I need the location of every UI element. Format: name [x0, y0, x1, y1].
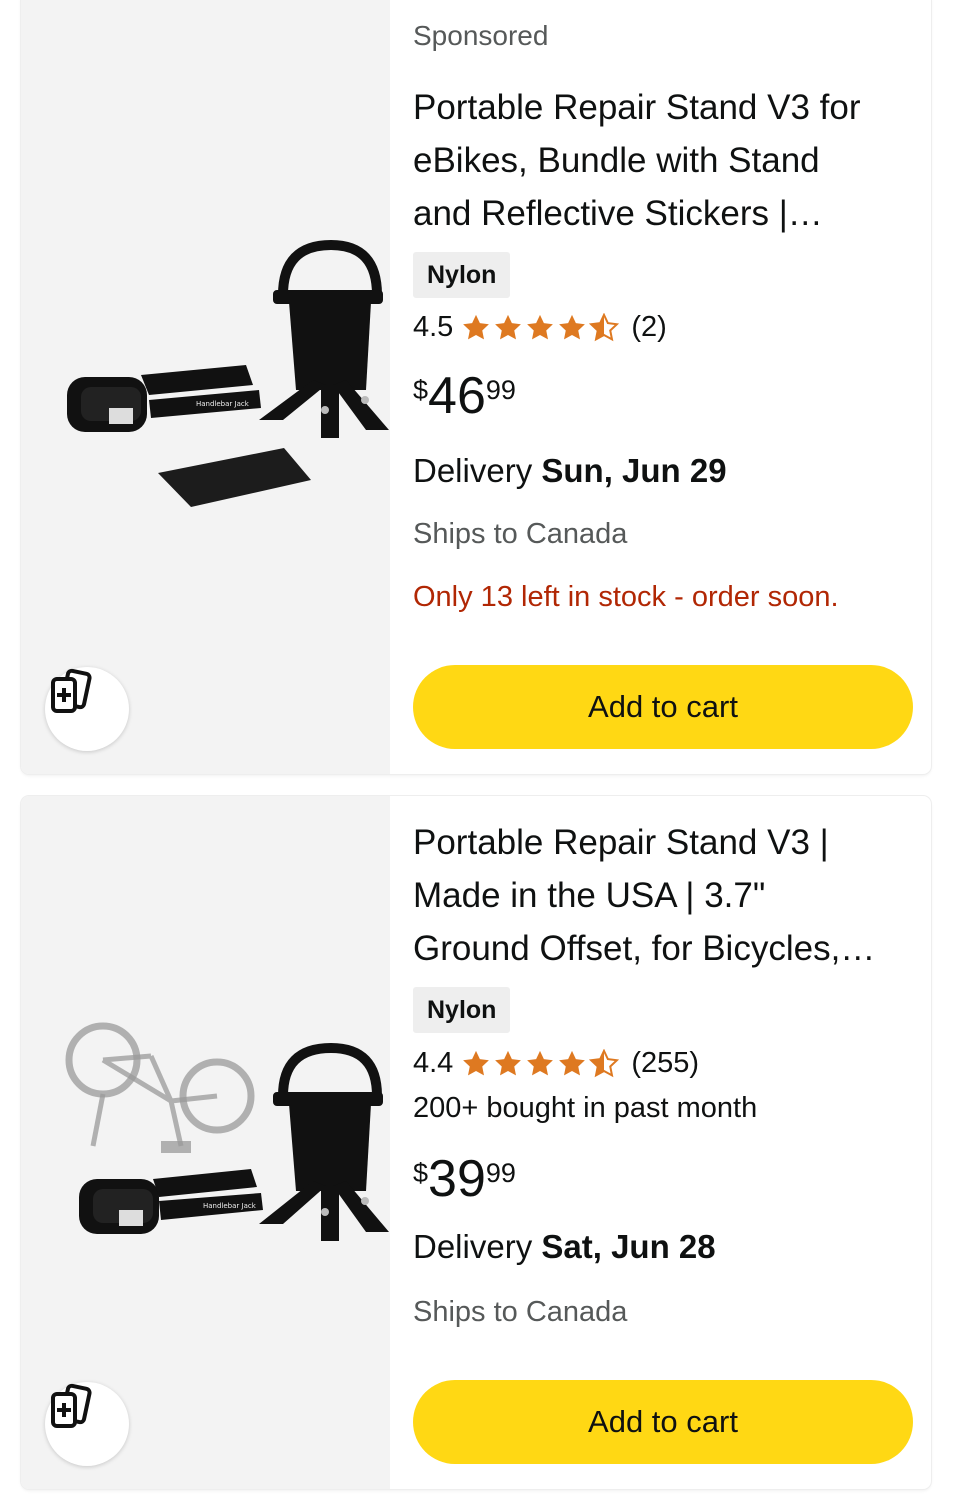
svg-text:Handlebar Jack: Handlebar Jack [196, 400, 250, 408]
star-filled-icon [463, 314, 490, 339]
delivery-date: Sun, Jun 29 [541, 452, 727, 489]
compare-cards-icon [51, 1383, 92, 1428]
ships-to: Ships to Canada [413, 518, 628, 550]
compare-button[interactable] [45, 1382, 129, 1466]
product-image[interactable]: Handlebar Jack [21, 796, 390, 1489]
price: $ 39 99 [413, 1150, 516, 1208]
product-card[interactable]: Handlebar Jack Portable Repair Stand V3 … [21, 796, 931, 1489]
star-filled-icon [559, 1050, 586, 1075]
svg-text:Handlebar Jack: Handlebar Jack [203, 1202, 257, 1210]
delivery-date: Sat, Jun 28 [541, 1228, 716, 1265]
star-rating [461, 1048, 621, 1079]
add-to-cart-button[interactable]: Add to cart [413, 1380, 913, 1464]
delivery-info: Delivery Sun, Jun 29 [413, 452, 727, 489]
star-filled-icon [527, 1050, 554, 1075]
price: $ 46 99 [413, 367, 516, 425]
star-filled-icon [495, 1050, 522, 1075]
bought-in-past-month: 200+ bought in past month [413, 1092, 758, 1124]
add-to-cart-button[interactable]: Add to cart [413, 665, 913, 749]
star-filled-icon [559, 314, 586, 339]
delivery-info: Delivery Sat, Jun 28 [413, 1228, 716, 1265]
material-badge: Nylon [413, 987, 511, 1033]
rating[interactable]: 4.4 (255) [413, 1047, 699, 1080]
star-half-icon [589, 312, 620, 341]
material-badge: Nylon [413, 252, 511, 298]
product-image[interactable]: Handlebar Jack [21, 0, 390, 774]
product-title[interactable]: Portable Repair Stand V3 for eBikes, Bun… [413, 81, 913, 240]
rating-value: 4.5 [413, 311, 454, 343]
rating-value: 4.4 [413, 1047, 454, 1079]
stock-warning: Only 13 left in stock - order soon. [413, 581, 839, 613]
star-half-icon [589, 1048, 620, 1077]
product-title[interactable]: Portable Repair Stand V3 | Made in the U… [413, 816, 913, 975]
ships-to: Ships to Canada [413, 1296, 628, 1328]
star-filled-icon [495, 314, 522, 339]
product-card[interactable]: Handlebar Jack Sponsored Portable Repair… [21, 0, 931, 774]
star-filled-icon [527, 314, 554, 339]
sponsored-label: Sponsored [413, 20, 549, 51]
rating[interactable]: 4.5 (2) [413, 311, 667, 344]
star-filled-icon [463, 1050, 490, 1075]
star-rating [461, 312, 621, 343]
compare-button[interactable] [45, 667, 129, 751]
rating-count[interactable]: (2) [631, 311, 666, 344]
compare-cards-icon [51, 668, 92, 713]
rating-count[interactable]: (255) [631, 1047, 699, 1080]
